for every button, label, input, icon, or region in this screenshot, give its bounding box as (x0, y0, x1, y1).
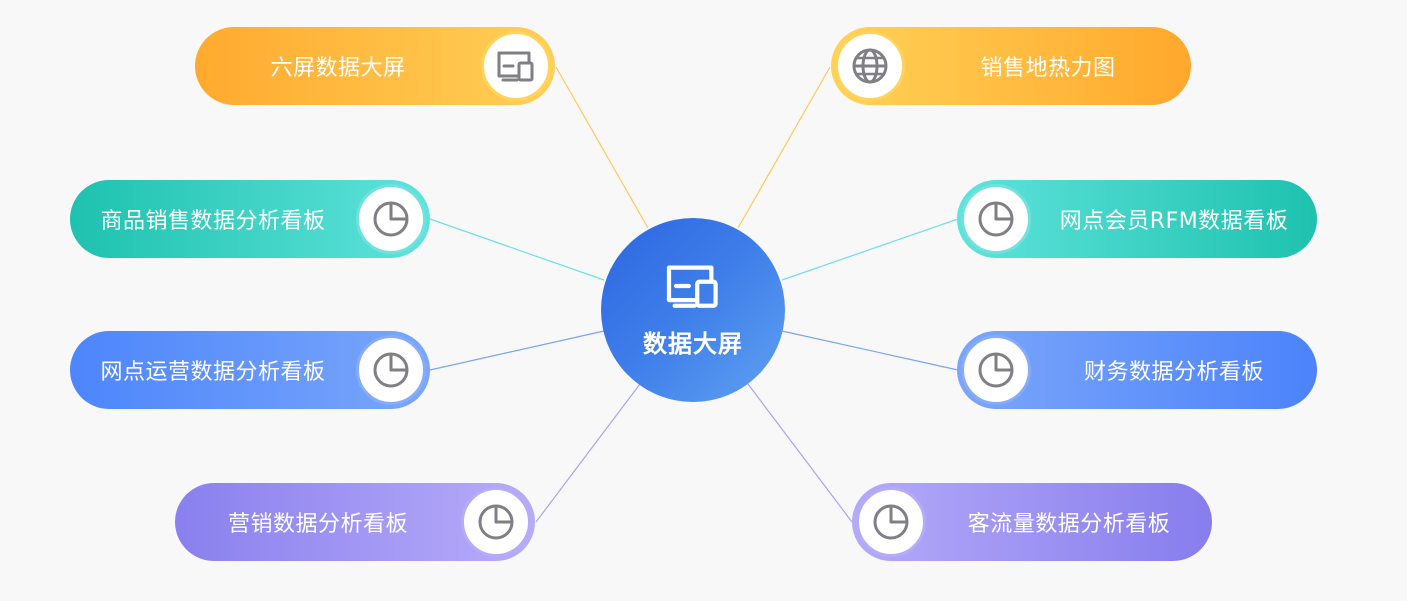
pie-chart-icon (461, 487, 531, 557)
node-label: 商品销售数据分析看板 (100, 209, 326, 234)
pie-chart-icon (961, 335, 1031, 405)
node-traffic[interactable]: 客流量数据分析看板 (852, 483, 1212, 561)
center-hub[interactable]: 数据大屏 (601, 218, 785, 402)
pie-chart-icon (856, 487, 926, 557)
globe-icon (835, 31, 905, 101)
connector-member-rfm (781, 218, 959, 281)
connector-marketing (535, 383, 641, 523)
node-label: 网点会员RFM数据看板 (1059, 209, 1289, 234)
pie-chart-icon (356, 184, 426, 254)
node-outlet-operation[interactable]: 网点运营数据分析看板 (70, 331, 430, 409)
node-label: 六屏数据大屏 (270, 56, 406, 81)
node-label: 客流量数据分析看板 (967, 512, 1171, 537)
connector-traffic (747, 383, 853, 523)
node-finance[interactable]: 财务数据分析看板 (957, 331, 1317, 409)
node-label: 销售地热力图 (980, 56, 1116, 81)
connector-outlet-operation (429, 330, 605, 371)
connector-six-screen (555, 66, 649, 229)
pie-chart-icon (356, 335, 426, 405)
node-marketing[interactable]: 营销数据分析看板 (175, 483, 535, 561)
connector-finance (781, 330, 959, 371)
mind-map-diagram: 六屏数据大屏 商品销售数据分析看板 网点运营数据分析看板 营销数据分析看板 销售… (0, 0, 1407, 601)
node-label: 营销数据分析看板 (227, 512, 408, 537)
pie-chart-icon (961, 184, 1031, 254)
node-member-rfm[interactable]: 网点会员RFM数据看板 (957, 180, 1317, 258)
dashboard-screen-icon (481, 31, 551, 101)
connector-sales-heatmap (737, 66, 831, 229)
node-label: 网点运营数据分析看板 (100, 360, 326, 385)
center-title: 数据大屏 (643, 329, 743, 358)
connector-product-sales (429, 218, 605, 281)
node-sales-heatmap[interactable]: 销售地热力图 (831, 27, 1191, 105)
node-six-screen[interactable]: 六屏数据大屏 (195, 27, 555, 105)
node-label: 财务数据分析看板 (1083, 360, 1264, 385)
node-product-sales[interactable]: 商品销售数据分析看板 (70, 180, 430, 258)
dashboard-screen-icon (663, 262, 723, 314)
